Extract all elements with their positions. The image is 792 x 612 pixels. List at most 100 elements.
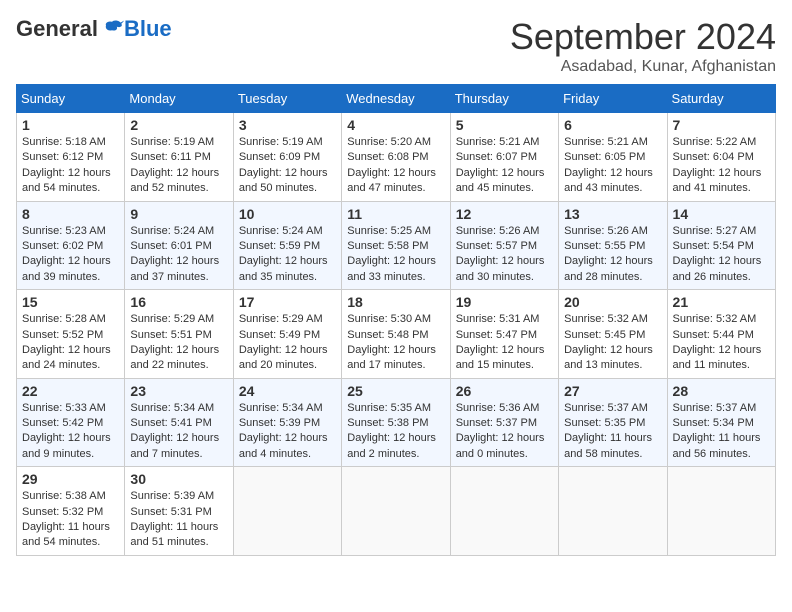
day-cell: 11 Sunrise: 5:25 AM Sunset: 5:58 PM Dayli… [342,201,450,290]
weekday-thursday: Thursday [450,85,558,113]
weekday-sunday: Sunday [17,85,125,113]
day-cell: 2 Sunrise: 5:19 AM Sunset: 6:11 PM Daylig… [125,113,233,202]
weekday-tuesday: Tuesday [233,85,341,113]
day-cell: 19Sunrise: 5:31 AM Sunset: 5:47 PM Dayli… [450,290,558,379]
day-cell: 14 Sunrise: 5:27 AM Sunset: 5:54 PM Dayli… [667,201,775,290]
day-cell: 27Sunrise: 5:37 AM Sunset: 5:35 PM Dayli… [559,378,667,467]
logo: General Blue [16,16,172,42]
logo-general-text: General [16,16,98,42]
day-detail: Sunrise: 5:37 AM Sunset: 5:34 PM Dayligh… [673,401,770,463]
day-number: 24 [239,383,336,399]
day-number: 25 [347,383,444,399]
day-number: 10 [239,206,336,222]
day-detail: Sunrise: 5:36 AM Sunset: 5:37 PM Dayligh… [456,401,553,463]
day-detail: Sunrise: 5:37 AM Sunset: 5:35 PM Dayligh… [564,401,661,463]
day-detail: Sunrise: 5:29 AM Sunset: 5:49 PM Dayligh… [239,312,336,374]
day-detail: Sunrise: 5:19 AM Sunset: 6:11 PM Dayligh… [130,135,227,197]
day-detail: Sunrise: 5:39 AM Sunset: 5:31 PM Dayligh… [130,489,227,551]
day-detail: Sunrise: 5:32 AM Sunset: 5:45 PM Dayligh… [564,312,661,374]
day-detail: Sunrise: 5:21 AM Sunset: 6:07 PM Dayligh… [456,135,553,197]
day-number: 12 [456,206,553,222]
day-number: 16 [130,294,227,310]
day-cell: 8 Sunrise: 5:23 AM Sunset: 6:02 PM Daylig… [17,201,125,290]
day-cell: 24 Sunrise: 5:34 AM Sunset: 5:39 PM Dayli… [233,378,341,467]
day-number: 14 [673,206,770,222]
day-detail: Sunrise: 5:22 AM Sunset: 6:04 PM Dayligh… [673,135,770,197]
calendar-table: SundayMondayTuesdayWednesdayThursdayFrid… [16,84,776,556]
day-number: 4 [347,117,444,133]
day-detail: Sunrise: 5:35 AM Sunset: 5:38 PM Dayligh… [347,401,444,463]
day-number: 8 [22,206,119,222]
day-detail: Sunrise: 5:26 AM Sunset: 5:57 PM Dayligh… [456,224,553,286]
logo-blue-text: Blue [124,16,172,42]
day-cell: 20Sunrise: 5:32 AM Sunset: 5:45 PM Dayli… [559,290,667,379]
month-title: September 2024 [510,16,776,58]
week-row-5: 29 Sunrise: 5:38 AM Sunset: 5:32 PM Dayli… [17,467,776,556]
week-row-4: 22 Sunrise: 5:33 AM Sunset: 5:42 PM Dayli… [17,378,776,467]
day-number: 19 [456,294,553,310]
day-detail: Sunrise: 5:32 AM Sunset: 5:44 PM Dayligh… [673,312,770,374]
day-cell: 17 Sunrise: 5:29 AM Sunset: 5:49 PM Dayli… [233,290,341,379]
day-detail: Sunrise: 5:38 AM Sunset: 5:32 PM Dayligh… [22,489,119,551]
day-detail: Sunrise: 5:24 AM Sunset: 6:01 PM Dayligh… [130,224,227,286]
day-detail: Sunrise: 5:18 AM Sunset: 6:12 PM Dayligh… [22,135,119,197]
day-number: 3 [239,117,336,133]
day-detail: Sunrise: 5:34 AM Sunset: 5:39 PM Dayligh… [239,401,336,463]
day-number: 22 [22,383,119,399]
weekday-saturday: Saturday [667,85,775,113]
day-number: 15 [22,294,119,310]
day-number: 17 [239,294,336,310]
day-detail: Sunrise: 5:26 AM Sunset: 5:55 PM Dayligh… [564,224,661,286]
week-row-3: 15 Sunrise: 5:28 AM Sunset: 5:52 PM Dayli… [17,290,776,379]
day-cell: 3 Sunrise: 5:19 AM Sunset: 6:09 PM Daylig… [233,113,341,202]
day-detail: Sunrise: 5:27 AM Sunset: 5:54 PM Dayligh… [673,224,770,286]
day-number: 13 [564,206,661,222]
day-cell [559,467,667,556]
day-cell: 22 Sunrise: 5:33 AM Sunset: 5:42 PM Dayli… [17,378,125,467]
day-cell: 29 Sunrise: 5:38 AM Sunset: 5:32 PM Dayli… [17,467,125,556]
calendar-body: 1Sunrise: 5:18 AM Sunset: 6:12 PM Daylig… [17,113,776,556]
day-detail: Sunrise: 5:33 AM Sunset: 5:42 PM Dayligh… [22,401,119,463]
week-row-1: 1Sunrise: 5:18 AM Sunset: 6:12 PM Daylig… [17,113,776,202]
day-cell: 12 Sunrise: 5:26 AM Sunset: 5:57 PM Dayli… [450,201,558,290]
day-number: 11 [347,206,444,222]
day-cell [450,467,558,556]
day-number: 30 [130,471,227,487]
day-cell: 16 Sunrise: 5:29 AM Sunset: 5:51 PM Dayli… [125,290,233,379]
day-cell: 26 Sunrise: 5:36 AM Sunset: 5:37 PM Dayli… [450,378,558,467]
day-detail: Sunrise: 5:29 AM Sunset: 5:51 PM Dayligh… [130,312,227,374]
day-cell: 18Sunrise: 5:30 AM Sunset: 5:48 PM Dayli… [342,290,450,379]
day-cell: 25 Sunrise: 5:35 AM Sunset: 5:38 PM Dayli… [342,378,450,467]
day-number: 28 [673,383,770,399]
day-number: 26 [456,383,553,399]
day-detail: Sunrise: 5:28 AM Sunset: 5:52 PM Dayligh… [22,312,119,374]
day-cell: 1Sunrise: 5:18 AM Sunset: 6:12 PM Daylig… [17,113,125,202]
day-number: 2 [130,117,227,133]
day-cell: 9Sunrise: 5:24 AM Sunset: 6:01 PM Daylig… [125,201,233,290]
day-cell: 15 Sunrise: 5:28 AM Sunset: 5:52 PM Dayli… [17,290,125,379]
day-cell: 13 Sunrise: 5:26 AM Sunset: 5:55 PM Dayli… [559,201,667,290]
day-cell: 7Sunrise: 5:22 AM Sunset: 6:04 PM Daylig… [667,113,775,202]
day-number: 23 [130,383,227,399]
weekday-wednesday: Wednesday [342,85,450,113]
logo-bird-icon [100,17,124,41]
day-cell [233,467,341,556]
day-cell: 23 Sunrise: 5:34 AM Sunset: 5:41 PM Dayli… [125,378,233,467]
day-number: 21 [673,294,770,310]
day-cell [667,467,775,556]
day-detail: Sunrise: 5:30 AM Sunset: 5:48 PM Dayligh… [347,312,444,374]
day-cell: 30 Sunrise: 5:39 AM Sunset: 5:31 PM Dayli… [125,467,233,556]
day-detail: Sunrise: 5:23 AM Sunset: 6:02 PM Dayligh… [22,224,119,286]
day-detail: Sunrise: 5:34 AM Sunset: 5:41 PM Dayligh… [130,401,227,463]
day-cell: 4 Sunrise: 5:20 AM Sunset: 6:08 PM Daylig… [342,113,450,202]
weekday-header-row: SundayMondayTuesdayWednesdayThursdayFrid… [17,85,776,113]
day-detail: Sunrise: 5:25 AM Sunset: 5:58 PM Dayligh… [347,224,444,286]
day-detail: Sunrise: 5:24 AM Sunset: 5:59 PM Dayligh… [239,224,336,286]
day-detail: Sunrise: 5:20 AM Sunset: 6:08 PM Dayligh… [347,135,444,197]
week-row-2: 8 Sunrise: 5:23 AM Sunset: 6:02 PM Daylig… [17,201,776,290]
header: General Blue September 2024 Asadabad, Ku… [16,16,776,76]
day-number: 29 [22,471,119,487]
day-cell: 5Sunrise: 5:21 AM Sunset: 6:07 PM Daylig… [450,113,558,202]
location: Asadabad, Kunar, Afghanistan [510,58,776,76]
day-detail: Sunrise: 5:19 AM Sunset: 6:09 PM Dayligh… [239,135,336,197]
